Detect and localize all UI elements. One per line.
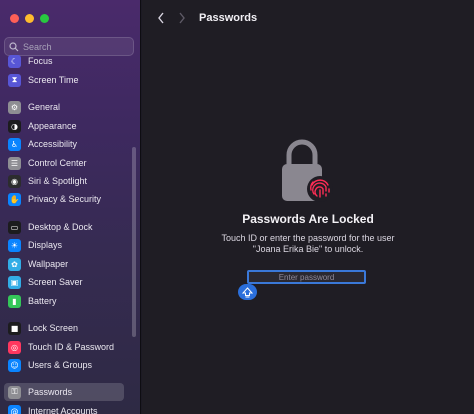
- sidebar-item-accessibility[interactable]: ♿ Accessibility: [4, 135, 124, 153]
- toolbar: Passwords: [142, 0, 474, 38]
- main-pane: Passwords Passwords Are Locked Touch ID …: [142, 0, 474, 414]
- settings-window: ☾ Focus ⧗ Screen Time ⚙ General ◑ Appearance ♿ Ac…: [0, 0, 474, 414]
- sidebar-item-focus[interactable]: ☾ Focus: [4, 52, 124, 70]
- sidebar-item-displays[interactable]: ☀ Displays: [4, 236, 124, 254]
- forward-button[interactable]: [175, 10, 189, 26]
- key-icon: ⚿: [8, 385, 21, 399]
- sidebar-item-label: Control Center: [28, 158, 87, 168]
- sidebar-item-label: Battery: [28, 296, 57, 306]
- sidebar-item-label: Passwords: [28, 387, 73, 397]
- sidebar-item-label: Appearance: [28, 121, 77, 131]
- sidebar-item-passwords[interactable]: ⚿ Passwords: [4, 383, 124, 401]
- battery-icon: ▮: [8, 294, 21, 308]
- sidebar-item-desktop-dock[interactable]: ▭ Desktop & Dock: [4, 218, 124, 236]
- gear-icon: ⚙: [8, 100, 21, 114]
- sidebar-item-label: Wallpaper: [28, 259, 69, 269]
- sidebar-item-touch-id-password[interactable]: ◎ Touch ID & Password: [4, 338, 124, 356]
- sidebar-item-label: Privacy & Security: [28, 194, 102, 204]
- sidebar-list: ☾ Focus ⧗ Screen Time ⚙ General ◑ Appearance ♿ Ac…: [0, 0, 141, 414]
- sidebar-item-users-groups[interactable]: ☺ Users & Groups: [4, 356, 124, 374]
- sidebar-item-label: Focus: [28, 56, 53, 66]
- lock-fingerprint-icon: [277, 137, 337, 207]
- screen-saver-icon: ▣: [8, 275, 21, 289]
- siri-icon: ◉: [8, 174, 21, 188]
- locked-title: Passwords Are Locked: [242, 212, 374, 226]
- sidebar-item-label: Lock Screen: [28, 323, 79, 333]
- lock-screen-icon: ■: [8, 321, 21, 335]
- chevron-right-icon: [179, 12, 185, 24]
- dock-icon: ▭: [8, 220, 21, 234]
- sidebar-item-appearance[interactable]: ◑ Appearance: [4, 117, 124, 135]
- control-center-icon: ☰: [8, 156, 21, 170]
- sidebar-item-general[interactable]: ⚙ General: [4, 98, 124, 116]
- sidebar-item-label: Displays: [28, 240, 63, 250]
- chevron-left-icon: [158, 12, 164, 24]
- moon-icon: ☾: [8, 54, 21, 68]
- caps-lock-icon: [242, 286, 253, 297]
- password-field[interactable]: [247, 270, 366, 284]
- sidebar-item-control-center[interactable]: ☰ Control Center: [4, 154, 124, 172]
- hourglass-icon: ⧗: [8, 73, 21, 87]
- caps-lock-badge: [238, 284, 257, 300]
- sidebar-item-label: Touch ID & Password: [28, 342, 115, 352]
- sidebar-scrollbar[interactable]: [132, 147, 136, 337]
- appearance-icon: ◑: [8, 119, 21, 133]
- users-icon: ☺: [8, 358, 21, 372]
- sidebar-item-privacy-security[interactable]: ✋ Privacy & Security: [4, 190, 124, 208]
- sidebar-item-label: Desktop & Dock: [28, 222, 93, 232]
- locked-description: Touch ID or enter the password for the u…: [142, 233, 474, 255]
- hand-icon: ✋: [8, 192, 21, 206]
- sidebar-item-label: Accessibility: [28, 139, 78, 149]
- sun-icon: ☀: [8, 238, 21, 252]
- sidebar-item-label: General: [28, 102, 61, 112]
- sidebar-item-label: Internet Accounts: [28, 406, 98, 414]
- sidebar-item-internet-accounts[interactable]: @ Internet Accounts: [4, 402, 124, 414]
- locked-description-line2: "Joana Erika Bie" to unlock.: [252, 244, 364, 254]
- locked-description-line1: Touch ID or enter the password for the u…: [221, 233, 395, 243]
- sidebar-item-battery[interactable]: ▮ Battery: [4, 292, 124, 310]
- sidebar-item-label: Users & Groups: [28, 360, 93, 370]
- sidebar-item-siri-spotlight[interactable]: ◉ Siri & Spotlight: [4, 172, 124, 190]
- accessibility-icon: ♿: [8, 137, 21, 151]
- sidebar-item-lock-screen[interactable]: ■ Lock Screen: [4, 319, 124, 337]
- sidebar-item-screen-saver[interactable]: ▣ Screen Saver: [4, 273, 124, 291]
- sidebar: ☾ Focus ⧗ Screen Time ⚙ General ◑ Appearance ♿ Ac…: [0, 0, 141, 414]
- page-title: Passwords: [199, 12, 258, 24]
- sidebar-item-screen-time[interactable]: ⧗ Screen Time: [4, 71, 124, 89]
- fingerprint-icon: ◎: [8, 340, 21, 354]
- wallpaper-icon: ✿: [8, 257, 21, 271]
- sidebar-item-label: Screen Time: [28, 75, 79, 85]
- at-icon: @: [8, 404, 21, 414]
- back-button[interactable]: [154, 10, 168, 26]
- sidebar-item-label: Screen Saver: [28, 277, 83, 287]
- sidebar-item-label: Siri & Spotlight: [28, 176, 88, 186]
- sidebar-item-wallpaper[interactable]: ✿ Wallpaper: [4, 255, 124, 273]
